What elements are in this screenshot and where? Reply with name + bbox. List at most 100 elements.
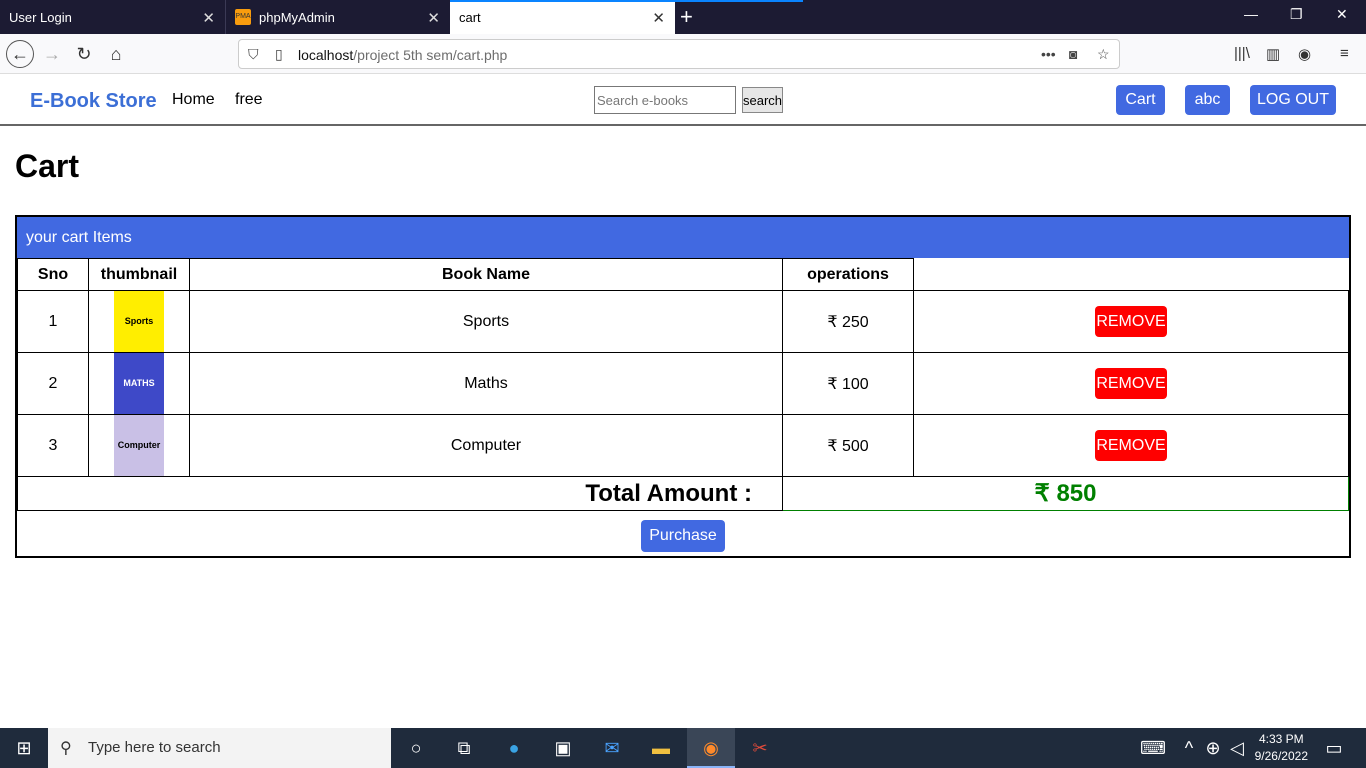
cart-button[interactable]: Cart	[1116, 85, 1165, 115]
column-header: Sno	[17, 258, 89, 291]
table-row: 3 Computer Computer ₹ 500 REMOVE	[17, 414, 1349, 477]
column-header-empty	[913, 258, 1349, 291]
tab-user-login[interactable]: User Login ✕	[0, 0, 225, 34]
tab-phpmyadmin[interactable]: PMA phpMyAdmin ✕	[225, 0, 450, 34]
tab-label: User Login	[9, 9, 72, 25]
cart-panel-heading: your cart Items	[17, 217, 1349, 258]
task-view-icon[interactable]: ⧉	[452, 736, 476, 760]
snipping-tool-icon[interactable]: ✂	[748, 736, 772, 760]
reload-icon[interactable]: ↻	[70, 40, 98, 68]
row-price: ₹ 100	[782, 352, 914, 415]
home-icon[interactable]: ⌂	[102, 40, 130, 68]
row-operations: REMOVE	[913, 414, 1349, 477]
row-sno: 2	[17, 352, 89, 415]
edge-icon[interactable]: ●	[502, 736, 526, 760]
cortana-icon[interactable]: ○	[404, 736, 428, 760]
purchase-button[interactable]: Purchase	[641, 519, 725, 552]
row-book-name: Maths	[189, 352, 783, 415]
keyboard-icon[interactable]: ⌨	[1140, 736, 1166, 760]
site-header: E-Book Store Home free search Cart abc L…	[0, 74, 1366, 126]
restore-icon[interactable]: ❐	[1290, 6, 1303, 23]
url-text[interactable]: localhost/project 5th sem/cart.php	[298, 47, 507, 63]
forward-icon[interactable]: →	[38, 40, 66, 68]
book-thumbnail: Sports	[114, 291, 164, 352]
row-book-name: Sports	[189, 290, 783, 353]
close-tab-icon[interactable]: ✕	[652, 9, 665, 27]
search-input[interactable]	[594, 86, 736, 114]
row-operations: REMOVE	[913, 290, 1349, 353]
browser-tab-bar: User Login ✕ PMA phpMyAdmin ✕ cart ✕ + —…	[0, 0, 1366, 34]
search-icon: ⚲	[60, 740, 72, 757]
purchase-row: Purchase	[17, 510, 1349, 561]
clock-time: 4:33 PM	[1258, 732, 1304, 746]
total-amount-value: ₹ 850	[782, 476, 1349, 511]
column-header: operations	[782, 258, 914, 291]
back-icon[interactable]: ←	[6, 40, 34, 68]
shield-icon[interactable]: ⛉	[248, 46, 259, 63]
nav-free[interactable]: free	[235, 91, 263, 109]
page-icon[interactable]: ▯	[275, 46, 283, 63]
phpmyadmin-icon: PMA	[235, 9, 251, 25]
library-icon[interactable]: |||\	[1234, 45, 1250, 62]
column-header: Book Name	[189, 258, 783, 291]
taskbar-search-text: Type here to search	[88, 739, 221, 756]
minimize-icon[interactable]: —	[1244, 6, 1258, 22]
menu-icon[interactable]: ≡	[1340, 45, 1349, 62]
purchase-cell: Purchase	[17, 510, 1349, 561]
pocket-icon[interactable]: ◙	[1069, 46, 1077, 62]
close-tab-icon[interactable]: ✕	[202, 9, 215, 27]
tab-label: cart	[459, 9, 481, 25]
book-thumbnail: Computer	[114, 415, 164, 476]
more-actions-icon[interactable]: •••	[1041, 46, 1056, 62]
cart-table: Sno thumbnail Book Name operations 1 Spo…	[17, 258, 1349, 561]
total-row: Total Amount : ₹ 850	[17, 476, 1349, 511]
bookmark-star-icon[interactable]: ☆	[1097, 46, 1110, 63]
url-bar[interactable]: ⛉ ▯ localhost/project 5th sem/cart.php •…	[238, 39, 1120, 69]
site-brand[interactable]: E-Book Store	[30, 90, 157, 113]
clock[interactable]: 4:33 PM 9/26/2022	[1255, 731, 1308, 765]
remove-button[interactable]: REMOVE	[1095, 430, 1167, 461]
tab-label: phpMyAdmin	[259, 9, 335, 25]
network-icon[interactable]: ⊕	[1201, 736, 1225, 760]
row-thumbnail: Computer	[88, 414, 190, 477]
close-tab-icon[interactable]: ✕	[427, 9, 440, 27]
volume-muted-icon[interactable]: ◁	[1225, 736, 1249, 760]
logout-button[interactable]: LOG OUT	[1250, 85, 1336, 115]
file-explorer-icon[interactable]: ▬	[649, 736, 673, 760]
search-button[interactable]: search	[742, 87, 783, 113]
sidebar-icon[interactable]: ▥	[1266, 45, 1280, 63]
row-price: ₹ 500	[782, 414, 914, 477]
remove-button[interactable]: REMOVE	[1095, 368, 1167, 399]
table-row: 2 MATHS Maths ₹ 100 REMOVE	[17, 352, 1349, 415]
taskbar: ⊞ ⚲ Type here to search ○ ⧉ ● ▣ ✉ ▬ ◉ ✂ …	[0, 728, 1366, 768]
close-window-icon[interactable]: ✕	[1336, 6, 1348, 23]
row-thumbnail: Sports	[88, 290, 190, 353]
notifications-icon[interactable]: ▭	[1322, 736, 1346, 760]
loading-indicator	[675, 0, 803, 2]
row-thumbnail: MATHS	[88, 352, 190, 415]
row-sno: 1	[17, 290, 89, 353]
cart-panel: your cart Items Sno thumbnail Book Name …	[15, 215, 1351, 561]
total-amount-label: Total Amount :	[17, 476, 783, 511]
table-header-row: Sno thumbnail Book Name operations	[17, 258, 1349, 291]
windows-start-icon[interactable]: ⊞	[12, 736, 36, 760]
table-row: 1 Sports Sports ₹ 250 REMOVE	[17, 290, 1349, 353]
column-header: thumbnail	[88, 258, 190, 291]
remove-button[interactable]: REMOVE	[1095, 306, 1167, 337]
nav-home[interactable]: Home	[172, 91, 215, 109]
row-price: ₹ 250	[782, 290, 914, 353]
tab-cart[interactable]: cart ✕	[450, 0, 675, 34]
mail-icon[interactable]: ✉	[600, 736, 624, 760]
row-sno: 3	[17, 414, 89, 477]
show-hidden-icons-icon[interactable]: ^	[1177, 736, 1201, 760]
store-icon[interactable]: ▣	[551, 736, 575, 760]
page-title: Cart	[15, 148, 80, 184]
account-icon[interactable]: ◉	[1298, 45, 1311, 63]
web-page: E-Book Store Home free search Cart abc L…	[0, 74, 1366, 728]
new-tab-icon[interactable]: +	[680, 4, 693, 30]
book-thumbnail: MATHS	[114, 353, 164, 414]
clock-date: 9/26/2022	[1254, 749, 1308, 763]
taskbar-search[interactable]: ⚲ Type here to search	[48, 728, 391, 768]
firefox-icon[interactable]: ◉	[699, 736, 723, 760]
user-button[interactable]: abc	[1185, 85, 1230, 115]
